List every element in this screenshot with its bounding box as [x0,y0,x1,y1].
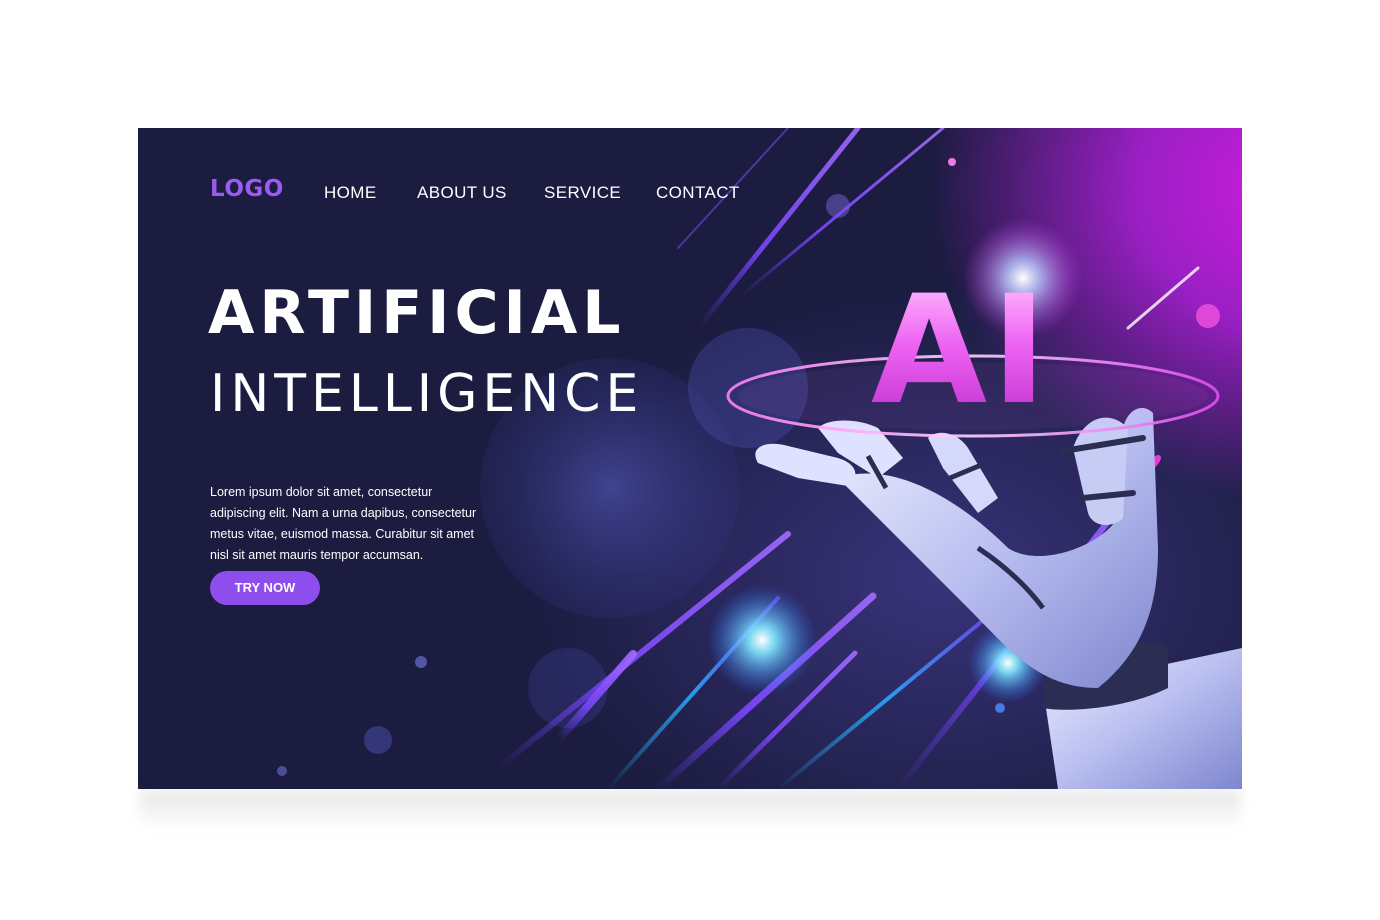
nav-item-contact[interactable]: CONTACT [656,183,740,203]
ai-graphic-text: AI [871,264,1051,438]
background-art [277,128,1242,789]
hero-title-line2: INTELLIGENCE [210,364,644,424]
banner-shadow [140,790,1240,830]
hero-title-line1: ARTIFICIAL [208,278,626,348]
robot-hand-icon [755,408,1242,789]
hero-description: Lorem ipsum dolor sit amet, consectetur … [210,484,477,562]
nav-item-service[interactable]: SERVICE [544,183,621,203]
nav-item-home[interactable]: HOME [324,183,377,203]
logo[interactable]: LOGO [210,176,284,202]
landing-banner: AI LOGO HOME ABOUT US SERVICE CONTACT AR… [138,128,1242,789]
nav-item-about-us[interactable]: ABOUT US [417,183,507,203]
try-now-button[interactable]: TRY NOW [210,571,320,605]
